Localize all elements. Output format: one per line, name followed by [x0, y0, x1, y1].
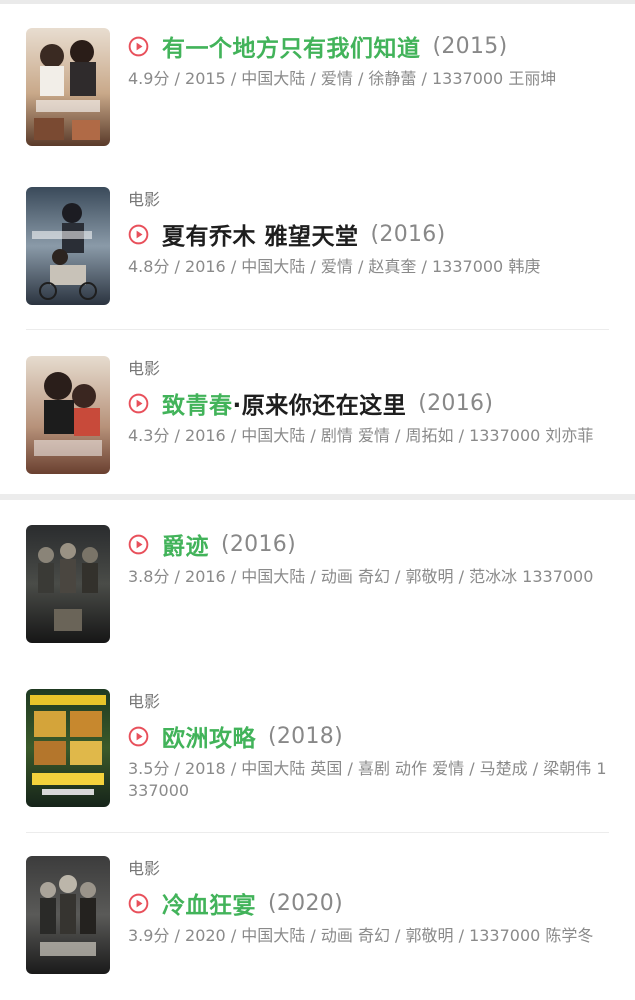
movie-year: (2018) [268, 723, 343, 749]
movie-year: (2015) [432, 33, 508, 59]
play-icon[interactable] [128, 36, 149, 57]
play-icon[interactable] [128, 534, 149, 555]
movie-poster[interactable] [26, 356, 110, 474]
poster-image [26, 689, 110, 807]
movie-meta: 3.5分 / 2018 / 中国大陆 英国 / 喜剧 动作 爱情 / 马楚成 /… [128, 759, 607, 800]
movie-title-line[interactable]: 欧洲攻略 (2018) [128, 720, 615, 752]
movie-poster[interactable] [26, 28, 110, 146]
movie-item[interactable]: 有一个地方只有我们知道 (2015) 4.9分 / 2015 / 中国大陆 / … [0, 0, 635, 170]
movie-category: 电影 [128, 692, 161, 711]
movie-title[interactable]: 有一个地方只有我们知道 [162, 29, 421, 63]
movie-title-line[interactable]: 有一个地方只有我们知道 (2015) [128, 30, 615, 62]
play-icon[interactable] [128, 726, 149, 747]
poster-image [26, 28, 110, 146]
movie-item[interactable]: 电影 欧洲攻略 (2018) 3.5分 / 2018 / 中国大陆 英国 / 喜… [0, 670, 635, 832]
poster-image [26, 356, 110, 474]
movie-title-line[interactable]: 爵迹 (2016) [128, 528, 615, 560]
movie-item[interactable]: 电影 冷血狂宴 (2020) 3.9分 / 2020 / 中国大陆 / 动画 奇… [0, 833, 635, 1000]
movie-item[interactable]: 电影 夏有乔木 雅望天堂 (2016) 4.8分 / 2016 / 中国大陆 /… [0, 170, 635, 330]
movie-title[interactable]: 欧洲攻略 [162, 719, 256, 753]
movie-category: 电影 [128, 359, 161, 378]
movie-title-line[interactable]: 冷血狂宴 (2020) [128, 887, 615, 919]
movie-title[interactable]: 夏有乔木 雅望天堂 [162, 217, 359, 251]
movie-meta: 3.8分 / 2016 / 中国大陆 / 动画 奇幻 / 郭敬明 / 范冰冰 1… [128, 567, 594, 586]
movie-title-line[interactable]: 夏有乔木 雅望天堂 (2016) [128, 218, 615, 250]
movie-poster[interactable] [26, 689, 110, 807]
movie-item[interactable]: 电影 致青春·原来你还在这里 (2016) 4.3分 / 2016 / 中国大陆… [0, 330, 635, 495]
movie-title-line[interactable]: 致青春·原来你还在这里 (2016) [128, 387, 615, 419]
movie-poster[interactable] [26, 856, 110, 974]
poster-image [26, 525, 110, 643]
movie-title[interactable]: 爵迹 [162, 527, 209, 561]
movie-category: 电影 [128, 859, 161, 878]
play-icon[interactable] [128, 224, 149, 245]
movie-title[interactable]: 冷血狂宴 [162, 886, 256, 920]
poster-image [26, 856, 110, 974]
movie-meta: 3.9分 / 2020 / 中国大陆 / 动画 奇幻 / 郭敬明 / 13370… [128, 926, 594, 945]
movie-title[interactable]: 致青春·原来你还在这里 [162, 386, 406, 420]
movie-meta: 4.3分 / 2016 / 中国大陆 / 剧情 爱情 / 周拓如 / 13370… [128, 426, 594, 445]
movie-year: (2016) [370, 221, 446, 247]
play-icon[interactable] [128, 393, 149, 414]
movie-meta: 4.8分 / 2016 / 中国大陆 / 爱情 / 赵真奎 / 1337000 … [128, 257, 541, 276]
movie-year: (2016) [418, 390, 494, 416]
poster-image [26, 187, 110, 305]
play-icon[interactable] [128, 893, 149, 914]
movie-category: 电影 [128, 190, 161, 209]
movie-poster[interactable] [26, 525, 110, 643]
movie-poster[interactable] [26, 187, 110, 305]
movie-year: (2020) [268, 890, 343, 916]
movie-meta: 4.9分 / 2015 / 中国大陆 / 爱情 / 徐静蕾 / 1337000 … [128, 69, 557, 88]
movie-item[interactable]: 爵迹 (2016) 3.8分 / 2016 / 中国大陆 / 动画 奇幻 / 郭… [0, 500, 635, 670]
movie-year: (2016) [221, 531, 296, 557]
